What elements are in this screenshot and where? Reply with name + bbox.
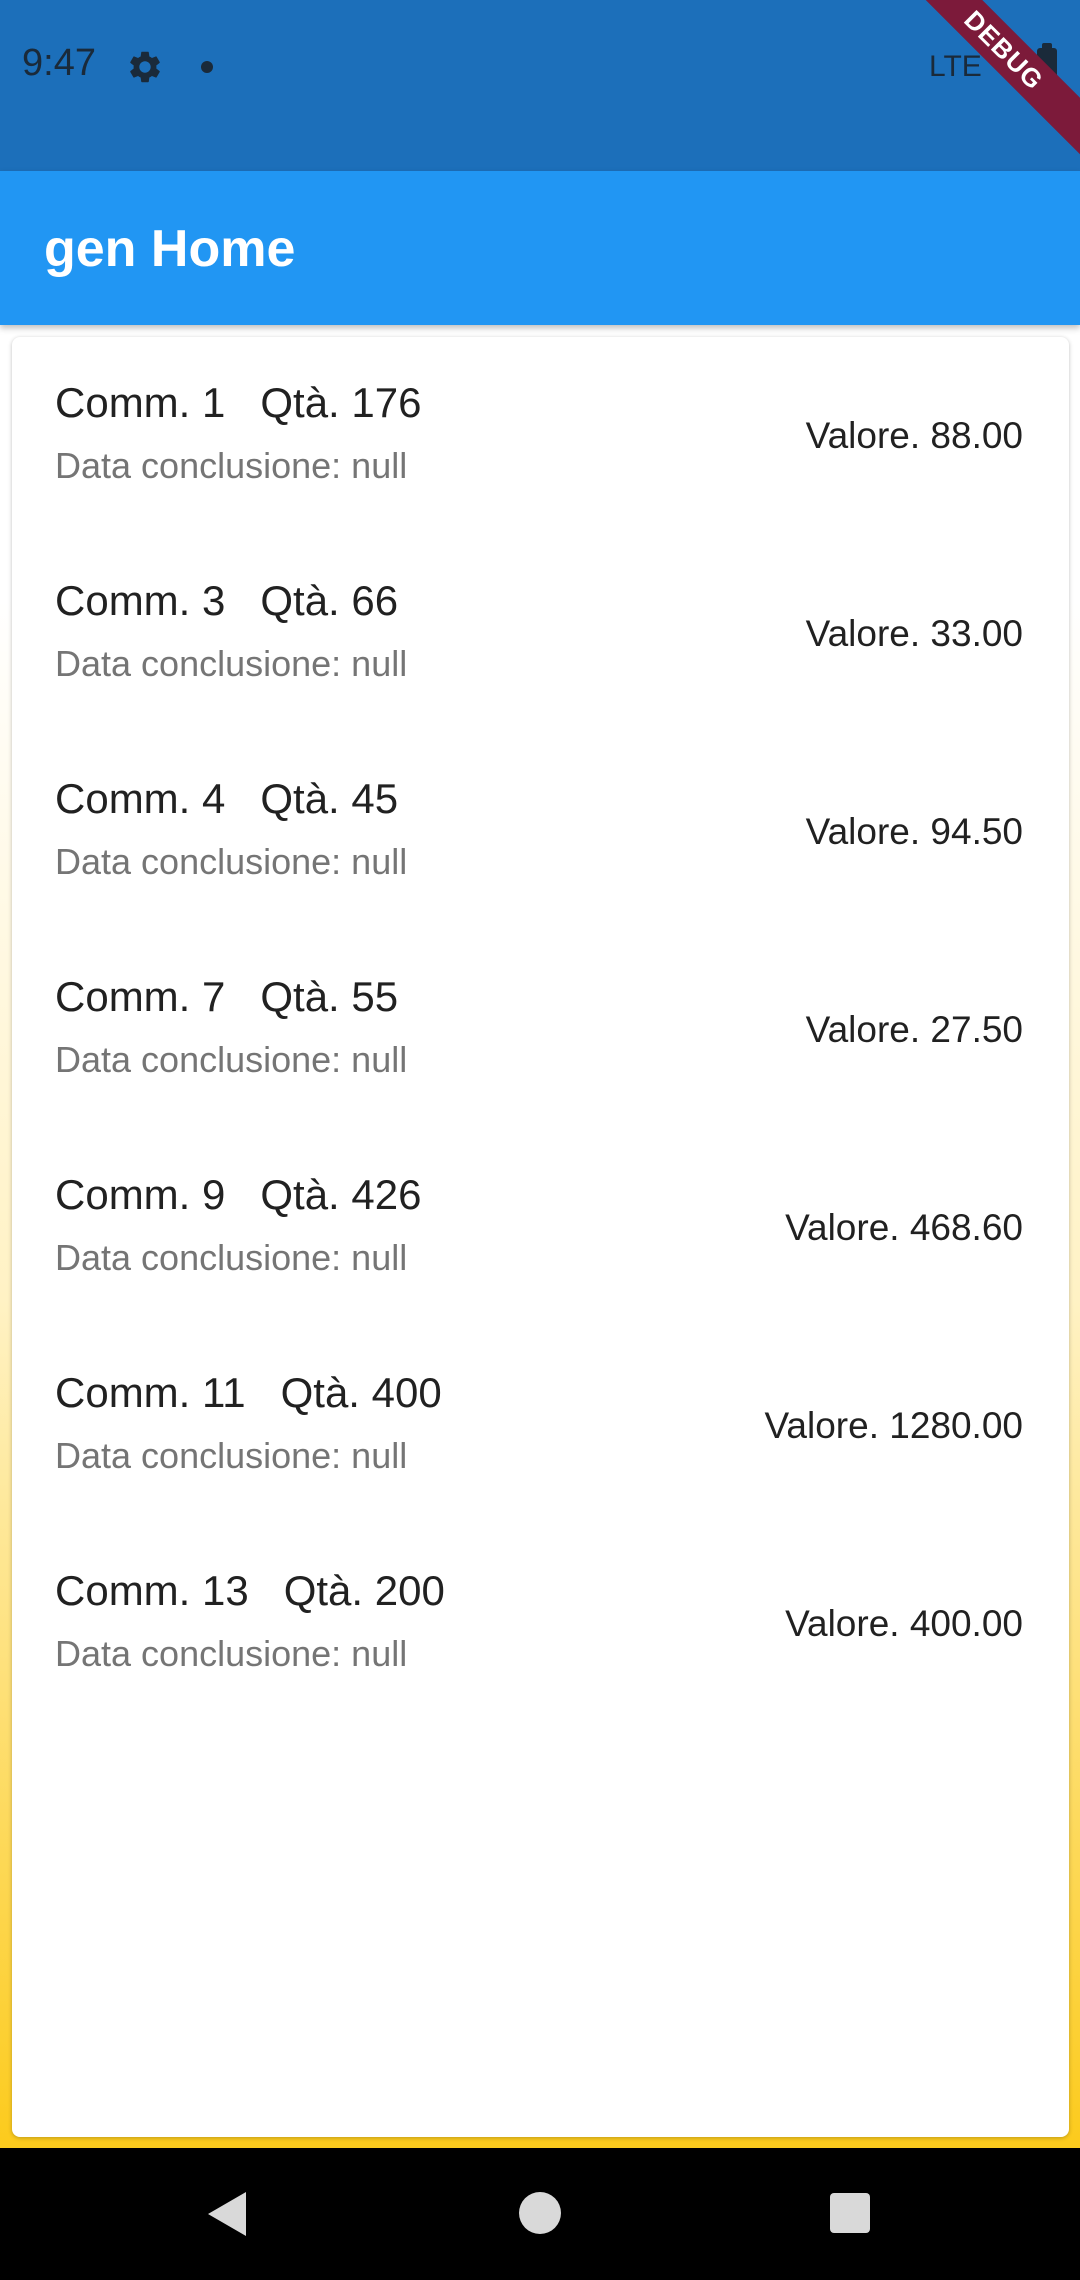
item-value: Valore. 94.50: [805, 811, 1023, 852]
item-subtitle: Data conclusione: null: [55, 445, 408, 486]
debug-banner: DEBUG: [897, 0, 1080, 157]
network-label: LTE: [929, 50, 982, 83]
back-icon[interactable]: [208, 2192, 246, 2236]
item-title: Comm. 1 Qtà. 176: [55, 379, 422, 426]
recents-icon[interactable]: [830, 2193, 870, 2233]
item-subtitle: Data conclusione: null: [55, 1039, 408, 1080]
page-title: gen Home: [44, 220, 296, 278]
status-time: 9:47: [22, 42, 96, 84]
list-item[interactable]: Comm. 13 Qtà. 200 Data conclusione: null…: [12, 1525, 1069, 1723]
item-value: Valore. 400.00: [785, 1603, 1023, 1644]
item-subtitle: Data conclusione: null: [55, 1435, 408, 1476]
item-title: Comm. 7 Qtà. 55: [55, 973, 399, 1020]
status-bar: 9:47 LTE DEBUG: [0, 0, 1080, 171]
item-subtitle: Data conclusione: null: [55, 643, 408, 684]
item-subtitle: Data conclusione: null: [55, 1237, 408, 1278]
list-item[interactable]: Comm. 9 Qtà. 426 Data conclusione: null …: [12, 1129, 1069, 1327]
item-title: Comm. 3 Qtà. 66: [55, 577, 399, 624]
list-item[interactable]: Comm. 3 Qtà. 66 Data conclusione: null V…: [12, 535, 1069, 733]
item-value: Valore. 27.50: [805, 1009, 1023, 1050]
item-value: Valore. 88.00: [805, 415, 1023, 456]
item-title: Comm. 4 Qtà. 45: [55, 775, 399, 822]
item-title: Comm. 11 Qtà. 400: [55, 1369, 442, 1416]
list-item[interactable]: Comm. 7 Qtà. 55 Data conclusione: null V…: [12, 931, 1069, 1129]
item-subtitle: Data conclusione: null: [55, 841, 408, 882]
orders-card: Comm. 1 Qtà. 176 Data conclusione: null …: [12, 337, 1069, 2137]
list-item[interactable]: Comm. 11 Qtà. 400 Data conclusione: null…: [12, 1327, 1069, 1525]
item-value: Valore. 468.60: [785, 1207, 1023, 1248]
item-subtitle: Data conclusione: null: [55, 1633, 408, 1674]
notification-dot-icon: [201, 61, 213, 73]
list-item[interactable]: Comm. 4 Qtà. 45 Data conclusione: null V…: [12, 733, 1069, 931]
gear-icon: [130, 51, 160, 83]
screen: 9:47 LTE DEBUG gen Home Comm. 1 Qtà. 176…: [0, 0, 1080, 2280]
item-title: Comm. 13 Qtà. 200: [55, 1567, 445, 1614]
app-bar: gen Home: [0, 171, 1080, 325]
home-icon[interactable]: [519, 2192, 561, 2234]
navigation-bar: [0, 2148, 1080, 2280]
item-title: Comm. 9 Qtà. 426: [55, 1171, 422, 1218]
list-item[interactable]: Comm. 1 Qtà. 176 Data conclusione: null …: [12, 337, 1069, 535]
item-value: Valore. 1280.00: [764, 1405, 1023, 1446]
item-value: Valore. 33.00: [805, 613, 1023, 654]
